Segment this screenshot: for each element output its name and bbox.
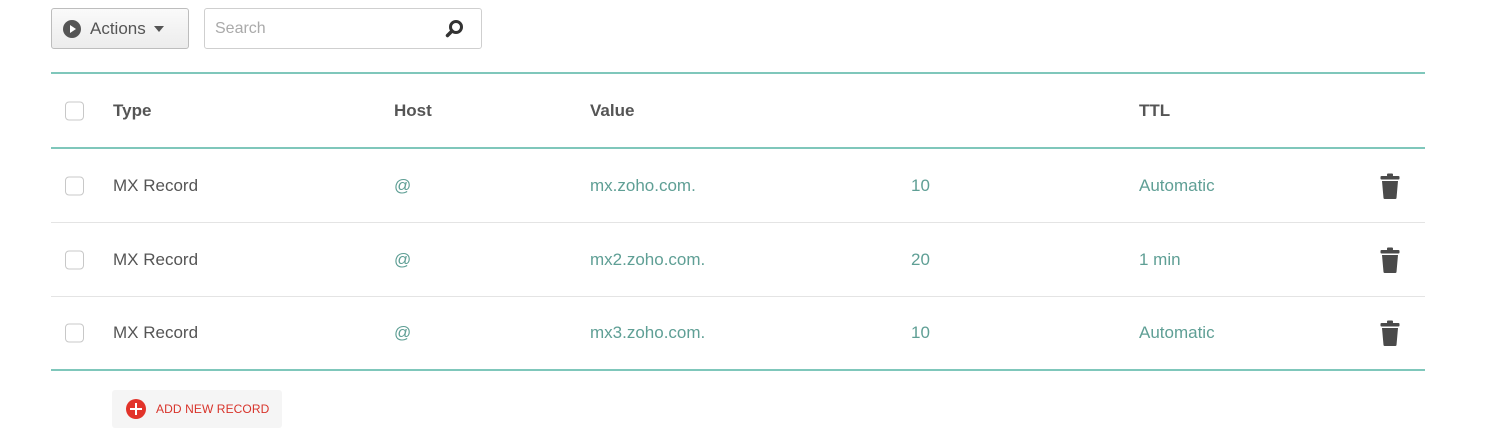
search-box: [204, 8, 482, 49]
plus-circle-icon: [126, 399, 146, 419]
table-header-row: Type Host Value TTL: [51, 72, 1425, 149]
trash-icon[interactable]: [1380, 247, 1400, 273]
record-value[interactable]: mx2.zoho.com.: [590, 250, 705, 270]
play-circle-icon: [63, 19, 81, 38]
record-value[interactable]: mx3.zoho.com.: [590, 323, 705, 343]
record-host[interactable]: @: [394, 323, 411, 343]
actions-dropdown-button[interactable]: Actions: [51, 8, 189, 49]
record-priority[interactable]: 10: [911, 176, 930, 196]
row-checkbox[interactable]: [65, 323, 84, 343]
record-priority[interactable]: 20: [911, 250, 930, 270]
actions-label: Actions: [90, 18, 146, 38]
record-value[interactable]: mx.zoho.com.: [590, 176, 696, 196]
record-host[interactable]: @: [394, 176, 411, 196]
header-type[interactable]: Type: [113, 101, 151, 121]
table-row[interactable]: MX Record @ mx3.zoho.com. 10 Automatic: [51, 297, 1425, 371]
record-host[interactable]: @: [394, 250, 411, 270]
header-value[interactable]: Value: [590, 101, 634, 121]
trash-icon[interactable]: [1380, 320, 1400, 346]
select-all-checkbox[interactable]: [65, 101, 84, 120]
record-type[interactable]: MX Record: [113, 250, 198, 270]
caret-down-icon: [153, 25, 164, 32]
search-input[interactable]: [205, 9, 445, 48]
add-new-record-button[interactable]: ADD NEW RECORD: [112, 390, 282, 428]
record-priority[interactable]: 10: [911, 323, 930, 343]
table-row[interactable]: MX Record @ mx.zoho.com. 10 Automatic: [51, 149, 1425, 223]
record-type[interactable]: MX Record: [113, 176, 198, 196]
record-ttl[interactable]: Automatic: [1139, 323, 1215, 343]
header-ttl[interactable]: TTL: [1139, 101, 1170, 121]
record-type[interactable]: MX Record: [113, 323, 198, 343]
record-ttl[interactable]: 1 min: [1139, 250, 1181, 270]
search-icon[interactable]: [445, 19, 465, 39]
row-checkbox[interactable]: [65, 176, 84, 195]
dns-records-page: Actions Type Host Value TTL MX Record @ …: [0, 0, 1500, 437]
row-checkbox[interactable]: [65, 250, 84, 269]
table-row[interactable]: MX Record @ mx2.zoho.com. 20 1 min: [51, 223, 1425, 297]
trash-icon[interactable]: [1380, 173, 1400, 199]
header-host[interactable]: Host: [394, 101, 432, 121]
add-new-record-label: ADD NEW RECORD: [156, 402, 270, 416]
records-table: Type Host Value TTL MX Record @ mx.zoho.…: [51, 72, 1425, 371]
record-ttl[interactable]: Automatic: [1139, 176, 1215, 196]
